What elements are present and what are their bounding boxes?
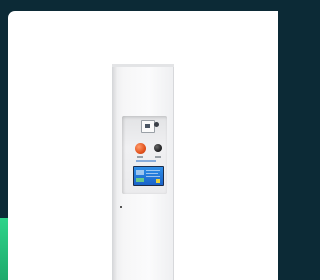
cabinet-left-edge <box>112 64 117 280</box>
screen-caption <box>136 160 156 162</box>
screen-warning-block <box>156 179 160 183</box>
cabinet-top <box>112 64 174 67</box>
start-button-icon <box>154 144 162 152</box>
screen-line <box>146 170 160 171</box>
charging-cabinet <box>112 64 174 280</box>
screen-panel <box>136 170 144 175</box>
indicator-lamp <box>154 122 159 127</box>
control-panel-recess <box>122 116 167 194</box>
screen-status-block <box>136 178 144 182</box>
estop-label-plate <box>137 156 143 158</box>
photo-frame <box>8 11 278 280</box>
meter-icon <box>141 120 155 133</box>
display-screen-icon <box>133 166 164 186</box>
screen-line <box>146 176 160 177</box>
keyhole <box>120 206 122 208</box>
start-label-plate <box>155 156 161 158</box>
emergency-stop-icon <box>135 143 146 154</box>
screen-line <box>146 173 158 174</box>
